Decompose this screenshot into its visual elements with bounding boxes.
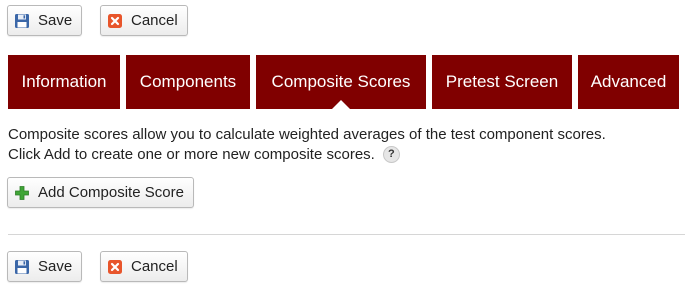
- tab-advanced[interactable]: Advanced: [578, 55, 679, 109]
- save-button-top[interactable]: Save: [7, 5, 83, 36]
- cancel-button-top[interactable]: Cancel: [100, 5, 188, 36]
- save-label: Save: [38, 258, 73, 275]
- floppy-disk-icon: [14, 259, 30, 275]
- add-composite-score-label: Add Composite Score: [38, 184, 184, 201]
- tab-composite-scores[interactable]: Composite Scores: [256, 55, 426, 109]
- divider: [8, 234, 685, 235]
- plus-icon: [14, 185, 30, 201]
- floppy-disk-icon: [14, 13, 30, 29]
- close-icon: [107, 13, 123, 29]
- cancel-button-bottom[interactable]: Cancel: [100, 251, 188, 282]
- tab-information[interactable]: Information: [8, 55, 120, 109]
- cancel-label: Cancel: [131, 258, 178, 275]
- help-icon[interactable]: ?: [382, 145, 400, 163]
- save-button-bottom[interactable]: Save: [7, 251, 83, 282]
- save-label: Save: [38, 12, 73, 29]
- tab-components[interactable]: Components: [126, 55, 250, 109]
- close-icon: [107, 259, 123, 275]
- description-line-2-text: Click Add to create one or more new comp…: [8, 146, 375, 163]
- cancel-label: Cancel: [131, 12, 178, 29]
- tab-pretest-screen[interactable]: Pretest Screen: [432, 55, 572, 109]
- description-line-1: Composite scores allow you to calculate …: [8, 126, 606, 143]
- add-composite-score-button[interactable]: Add Composite Score: [7, 177, 194, 208]
- description-line-2: Click Add to create one or more new comp…: [8, 145, 400, 165]
